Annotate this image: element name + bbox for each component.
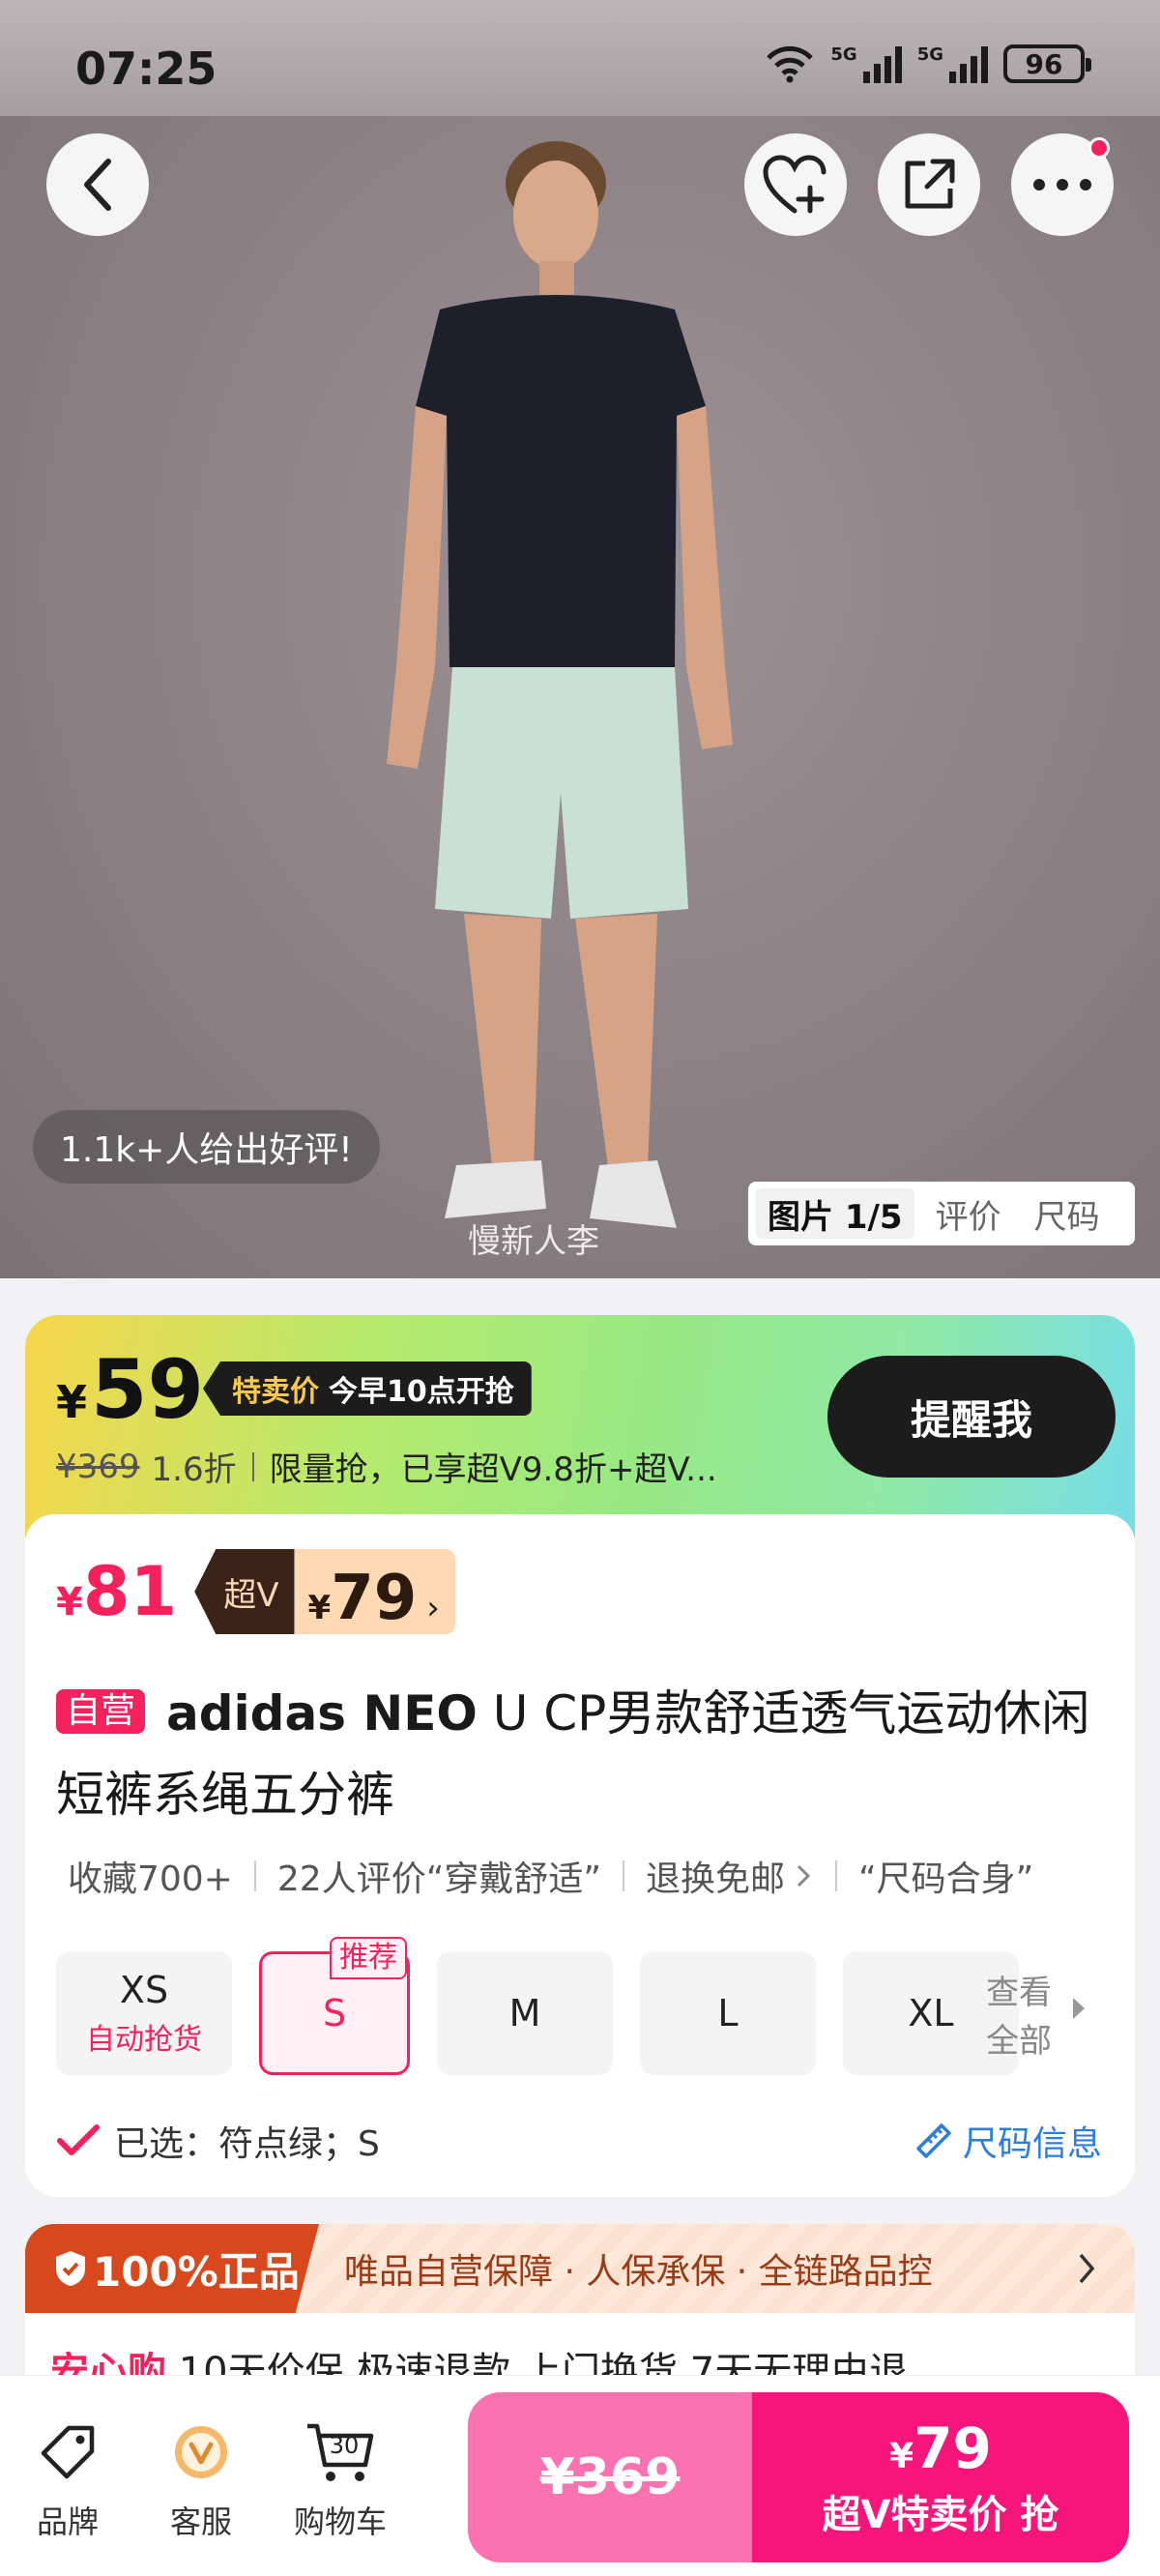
tag-icon xyxy=(41,2425,95,2479)
recommended-badge: 推荐 xyxy=(330,1937,407,1979)
promo-description: 限量抢，已享超V9.8折+超V... xyxy=(269,1450,717,1489)
image-watermark: 慢新人李 xyxy=(468,1222,599,1261)
product-info: ¥ 81 超V ¥ 79 › 自营 adidas NEO U CP男款舒适透气运动… xyxy=(25,1514,1135,2197)
share-icon xyxy=(905,159,955,209)
chevron-right-icon xyxy=(1073,1998,1085,2019)
size-selector: XS 自动抢货 推荐 S M L XL xyxy=(56,1937,1019,2075)
product-page: 07:25 5G 5G 96 1.1k+人给出好评! 慢新人李 图片 1/5 评… xyxy=(0,0,1160,2576)
product-meta: 收藏700+ 22人评价“穿戴舒适” 退换免邮 “尺码合身” xyxy=(68,1851,1033,1901)
tab-reviews[interactable]: 评价 xyxy=(924,1190,1013,1238)
current-price: ¥ 81 xyxy=(56,1552,178,1631)
promo-subtitle: ¥369 1.6折 限量抢，已享超V9.8折+超V... xyxy=(56,1443,717,1490)
svip-label: 超V xyxy=(194,1549,295,1634)
buy-now-button[interactable]: ¥ 79 超V特卖价 抢 xyxy=(752,2392,1129,2562)
promo-price: ¥ 59 xyxy=(56,1342,204,1437)
size-option-m[interactable]: M xyxy=(437,1951,613,2075)
original-price: ¥369 xyxy=(56,1447,140,1486)
signal-icon: 5G xyxy=(830,44,902,83)
size-fit-tag: “尺码合身” xyxy=(858,1859,1034,1899)
promo-tag: 特卖价 今早10点开抢 xyxy=(203,1361,532,1416)
buy-button-group: ¥369 ¥ 79 超V特卖价 抢 xyxy=(468,2392,1129,2562)
size-option-xs[interactable]: XS 自动抢货 xyxy=(56,1951,232,2075)
more-button[interactable] xyxy=(1011,133,1114,236)
praise-badge: 1.1k+人给出好评! xyxy=(33,1110,380,1184)
chevron-left-icon xyxy=(84,159,111,211)
check-icon xyxy=(57,2124,100,2155)
size-info-link[interactable]: 尺码信息 xyxy=(914,2116,1102,2166)
battery-icon: 96 xyxy=(1003,44,1091,83)
product-image-gallery[interactable]: 07:25 5G 5G 96 1.1k+人给出好评! 慢新人李 图片 1/5 评… xyxy=(0,0,1160,1278)
chevron-right-icon: › xyxy=(426,1589,440,1627)
buy-original-price-button[interactable]: ¥369 xyxy=(468,2392,752,2562)
more-icon xyxy=(1033,179,1091,190)
chevron-right-icon xyxy=(797,1864,811,1888)
price-row: ¥ 81 超V ¥ 79 › xyxy=(56,1549,455,1634)
heart-plus-icon xyxy=(763,155,826,214)
promo-banner: ¥ 59 特卖价 今早10点开抢 ¥369 1.6折 限量抢，已享超V9.8折+… xyxy=(25,1315,1135,1537)
selected-variant: 已选：符点绿；S xyxy=(56,2116,380,2166)
guarantee-text: 唯品自营保障 · 人保承保 · 全链路品控 xyxy=(344,2252,933,2292)
back-button[interactable] xyxy=(46,133,149,236)
signal-icon: 5G xyxy=(917,44,988,83)
cart-count: 30 xyxy=(329,2432,360,2459)
favorite-count: 收藏700+ xyxy=(68,1859,233,1899)
product-title: 自营 adidas NEO U CP男款舒适透气运动休闲短裤系绳五分裤 xyxy=(56,1673,1110,1835)
share-button[interactable] xyxy=(878,133,980,236)
self-operated-badge: 自营 xyxy=(56,1689,146,1734)
svip-price-button[interactable]: 超V ¥ 79 › xyxy=(194,1549,455,1634)
tab-images[interactable]: 图片 1/5 xyxy=(756,1188,914,1239)
status-icons: 5G 5G 96 xyxy=(765,44,1091,83)
notification-dot xyxy=(1088,137,1110,159)
nav-brand[interactable]: 品牌 xyxy=(10,2416,126,2542)
favorite-button[interactable] xyxy=(744,133,847,236)
nav-cart[interactable]: 30 购物车 xyxy=(282,2416,398,2542)
ruler-icon xyxy=(916,2123,951,2158)
status-bar: 07:25 5G 5G 96 xyxy=(0,0,1160,116)
nav-customer-service[interactable]: 客服 xyxy=(143,2416,259,2542)
size-option-l[interactable]: L xyxy=(640,1951,816,2075)
authentic-badge: 100%正品 xyxy=(25,2224,319,2313)
price-card: ¥ 59 特卖价 今早10点开抢 ¥369 1.6折 限量抢，已享超V9.8折+… xyxy=(25,1315,1135,2197)
product-photo xyxy=(387,141,733,1228)
customer-service-icon xyxy=(175,2426,227,2478)
chevron-right-icon xyxy=(1079,2253,1095,2284)
tab-size[interactable]: 尺码 xyxy=(1023,1190,1112,1238)
remind-me-button[interactable]: 提醒我 xyxy=(827,1356,1116,1478)
wifi-icon xyxy=(767,45,814,83)
review-summary[interactable]: 22人评价“穿戴舒适” xyxy=(277,1851,601,1901)
free-return[interactable]: 退换免邮 xyxy=(646,1851,785,1901)
shield-icon xyxy=(56,2251,85,2286)
gallery-tabs: 图片 1/5 评价 尺码 xyxy=(748,1182,1135,1245)
product-brand: adidas NEO xyxy=(166,1685,478,1742)
status-time: 07:25 xyxy=(75,43,218,95)
size-option-s[interactable]: 推荐 S xyxy=(259,1937,410,2075)
view-all-sizes[interactable]: 查看全部 xyxy=(986,1969,1063,2065)
discount-rate: 1.6折 xyxy=(151,1450,237,1489)
